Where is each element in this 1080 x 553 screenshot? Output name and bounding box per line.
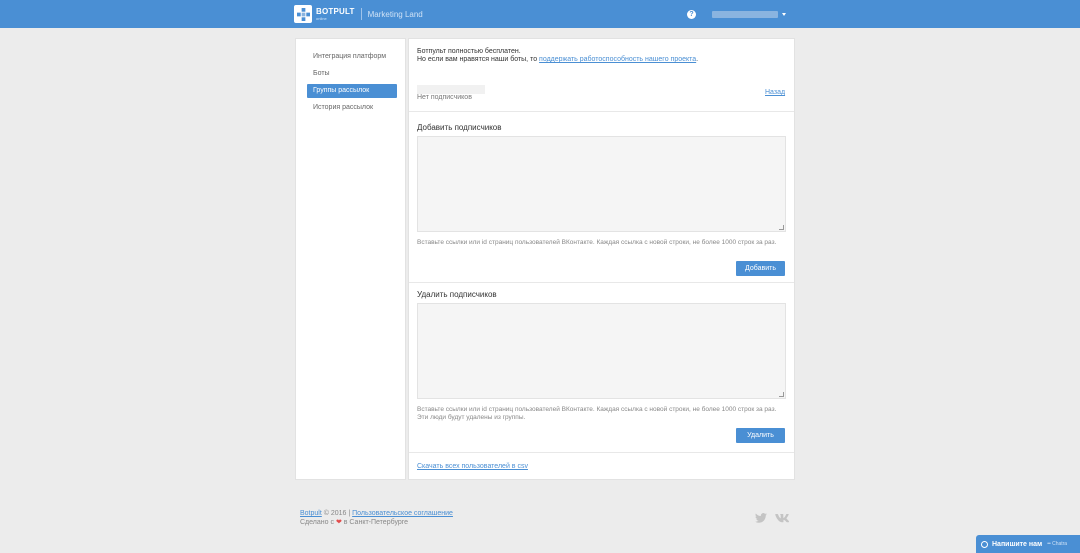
top-navbar: BOTPULT online Marketing Land ? [0, 0, 1080, 28]
sidebar-item-mailing-groups[interactable]: Группы рассылок [307, 84, 397, 98]
divider [409, 282, 794, 283]
add-button[interactable]: Добавить [736, 261, 785, 276]
support-notice-prefix: Но если вам нравятся наши боты, то [417, 56, 540, 63]
footer-made-in: Сделано с ❤ в Санкт-Петербурге [300, 518, 408, 526]
footer-brand-link[interactable]: Botpult [300, 510, 322, 517]
divider [409, 111, 794, 112]
resize-handle-icon[interactable] [779, 225, 784, 230]
group-name-redacted [417, 85, 485, 94]
brand-divider [360, 8, 362, 20]
chat-widget-label: Напишите нам [992, 540, 1043, 548]
sidebar-item-bots[interactable]: Боты [307, 67, 397, 81]
sidebar-item-integrations[interactable]: Интеграция платформ [307, 50, 397, 64]
resize-handle-icon[interactable] [779, 392, 784, 397]
back-link[interactable]: Назад [765, 89, 785, 96]
export-csv-link[interactable]: Скачать всех пользователей в csv [417, 463, 528, 470]
vk-icon[interactable] [775, 513, 789, 523]
chat-widget-button[interactable]: Напишите нам •• Chatra [976, 535, 1080, 553]
remove-button[interactable]: Удалить [736, 428, 785, 443]
support-notice-suffix: . [696, 56, 699, 63]
brand-name: BOTPULT [316, 6, 355, 16]
remove-subscribers-textarea[interactable] [417, 303, 786, 399]
user-menu-name-redacted[interactable] [712, 11, 778, 18]
sidebar-item-mailing-history[interactable]: История рассылок [307, 101, 397, 115]
remove-subscribers-title: Удалить подписчиков [417, 290, 497, 299]
support-project-link[interactable]: поддержать работоспособность нашего прое… [539, 56, 696, 63]
add-subscribers-title: Добавить подписчиков [417, 123, 502, 132]
botpult-logo-icon [294, 5, 312, 23]
chevron-down-icon[interactable] [782, 13, 786, 16]
divider [409, 452, 794, 453]
remove-subscribers-hint: Вставьте ссылки или id страниц пользоват… [417, 406, 777, 421]
add-subscribers-hint: Вставьте ссылки или id страниц пользоват… [417, 239, 777, 246]
footer-made-prefix: Сделано с [300, 519, 336, 526]
sidebar: Интеграция платформ Боты Группы рассылок… [295, 38, 406, 480]
help-icon[interactable]: ? [687, 10, 696, 19]
main-panel: Ботпульт полностью бесплатен. Но если ва… [408, 38, 795, 480]
footer-copyright: Botpult © 2016 | Пользовательское соглаш… [300, 510, 453, 517]
footer-made-suffix: в Санкт-Петербурге [341, 519, 409, 526]
brand-logo[interactable]: BOTPULT online Marketing Land [294, 5, 423, 23]
footer-copyright-text: © 2016 | [321, 510, 353, 517]
brand-subtitle: online [316, 15, 327, 21]
subscribers-status: Нет подписчиков [417, 94, 472, 101]
twitter-icon[interactable] [755, 513, 767, 523]
free-notice: Ботпульт полностью бесплатен. [417, 48, 521, 55]
add-subscribers-textarea[interactable] [417, 136, 786, 232]
project-name[interactable]: Marketing Land [368, 10, 423, 19]
terms-link[interactable]: Пользовательское соглашение [352, 510, 453, 517]
support-notice: Но если вам нравятся наши боты, то подде… [417, 56, 698, 63]
chat-bubble-icon [981, 540, 988, 548]
chat-widget-brand: •• Chatra [1047, 541, 1068, 547]
